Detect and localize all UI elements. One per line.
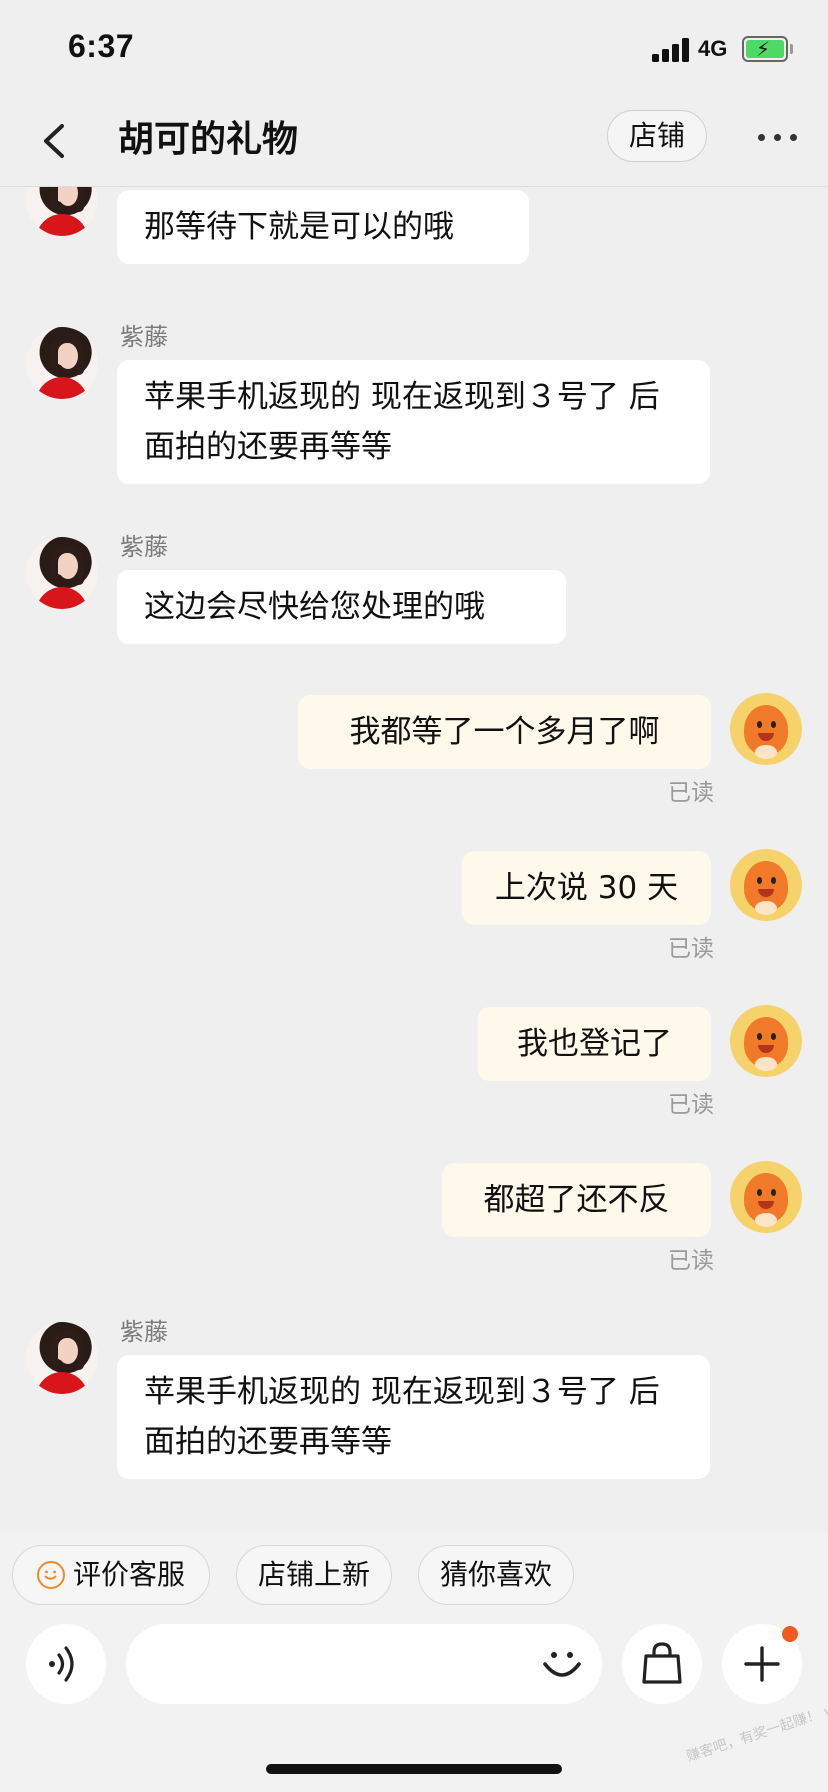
sender-name: 紫藤 [120,533,168,561]
user-avatar[interactable] [730,1161,802,1233]
shopping-bag-button[interactable] [622,1624,702,1704]
notification-dot [782,1626,798,1642]
quick-actions-bar: 评价客服 店铺上新 猜你喜欢 [0,1530,828,1620]
agent-avatar[interactable] [26,187,98,236]
voice-icon [49,1646,74,1682]
message-outgoing: 我都等了一个多月了啊 已读 [0,693,828,813]
agent-avatar[interactable] [26,1322,98,1394]
back-button[interactable] [34,116,78,166]
read-receipt: 已读 [668,1092,714,1118]
guess-you-like-chip[interactable]: 猜你喜欢 [418,1545,574,1605]
read-receipt: 已读 [668,780,714,806]
shop-button[interactable]: 店铺 [607,110,707,162]
message-outgoing: 都超了还不反 已读 [0,1161,828,1281]
emoji-icon[interactable] [536,1638,588,1690]
shopping-bag-icon [642,1642,682,1684]
message-bubble[interactable]: 我也登记了 [478,1007,711,1081]
message-bubble[interactable]: 都超了还不反 [442,1163,711,1237]
sender-name: 紫藤 [120,1318,168,1346]
battery-charging-icon: ⚡ [742,36,793,62]
user-avatar[interactable] [730,849,802,921]
user-avatar[interactable] [730,693,802,765]
chip-label: 猜你喜欢 [439,1558,552,1591]
message-outgoing: 我也登记了 已读 [0,1005,828,1125]
chip-label: 评价客服 [72,1558,185,1591]
message-bubble[interactable]: 这边会尽快给您处理的哦 [117,570,566,644]
read-receipt: 已读 [668,936,714,962]
message-bubble[interactable]: 苹果手机返现的 现在返现到３号了 后面拍的还要再等等 [117,360,710,484]
chip-label: 店铺上新 [257,1558,370,1591]
voice-button[interactable] [26,1624,106,1704]
page-title: 胡可的礼物 [118,119,299,160]
message-incoming: 紫藤 这边会尽快给您处理的哦 [0,532,828,652]
message-bubble[interactable]: 上次说 30 天 [462,851,711,925]
cellular-signal-icon [652,38,692,62]
sender-name: 紫藤 [120,323,168,351]
message-incoming: 紫藤 苹果手机返现的 现在返现到３号了 后面拍的还要再等等 [0,1317,828,1487]
message-input[interactable] [126,1624,602,1704]
message-incoming: 紫藤 苹果手机返现的 现在返现到３号了 后面拍的还要再等等 [0,322,828,492]
message-bubble[interactable]: 苹果手机返现的 现在返现到３号了 后面拍的还要再等等 [117,1355,710,1479]
shop-new-chip[interactable]: 店铺上新 [236,1545,392,1605]
chevron-left-icon [44,124,64,158]
message-outgoing: 上次说 30 天 已读 [0,849,828,969]
message-list[interactable]: 紫藤 那等待下就是可以的哦 紫藤 苹果手机返现的 现在返现到３号了 后面拍的还要… [0,187,828,1530]
status-bar: 6:37 4G ⚡ [0,0,828,96]
message-bubble[interactable]: 那等待下就是可以的哦 [117,190,529,264]
read-receipt: 已读 [668,1248,714,1274]
user-avatar[interactable] [730,1005,802,1077]
rate-service-chip[interactable]: 评价客服 [12,1545,210,1605]
message-incoming: 紫藤 那等待下就是可以的哦 [0,187,828,287]
status-time: 6:37 [68,28,135,64]
agent-avatar[interactable] [26,327,98,399]
home-indicator[interactable] [266,1764,562,1774]
more-options-icon[interactable] [756,126,800,150]
chat-header: 胡可的礼物 店铺 [0,96,828,187]
network-type: 4G [698,36,728,61]
smile-icon [36,1561,65,1589]
message-bubble[interactable]: 我都等了一个多月了啊 [298,695,711,769]
agent-avatar[interactable] [26,537,98,609]
